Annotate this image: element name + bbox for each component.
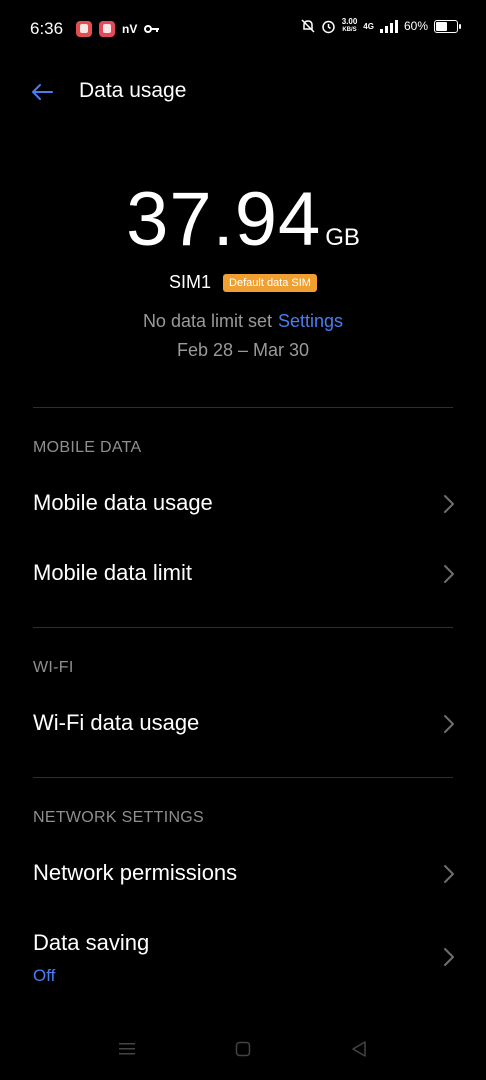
notification-icons: nV <box>76 21 160 37</box>
carrier-text: nV <box>122 22 138 36</box>
usage-unit: GB <box>325 224 360 251</box>
back-icon <box>352 1041 366 1057</box>
status-time: 6:36 <box>30 19 64 38</box>
row-label: Data saving <box>33 930 150 955</box>
data-saving-row[interactable]: Data saving Off <box>0 912 486 996</box>
limit-text: No data limit set <box>142 311 272 331</box>
divider <box>33 777 453 778</box>
network-speed: 3.00 KB/S <box>341 17 358 34</box>
alarm-icon <box>321 20 335 33</box>
chevron-right-icon <box>444 865 454 883</box>
network-permissions-row[interactable]: Network permissions <box>0 842 486 906</box>
row-label: Mobile data limit <box>33 560 192 585</box>
media-app-icon <box>99 21 115 37</box>
home-icon <box>235 1041 251 1057</box>
row-label: Network permissions <box>33 860 238 885</box>
mobile-data-usage-row[interactable]: Mobile data usage <box>0 472 486 536</box>
battery-icon <box>434 19 461 33</box>
app-bar: Data usage <box>0 70 486 114</box>
sim-label: SIM1 <box>169 272 212 292</box>
wifi-data-usage-row[interactable]: Wi-Fi data usage <box>0 692 486 756</box>
page-title: Data usage <box>79 79 187 102</box>
divider <box>33 407 453 408</box>
sim-row: SIM1 Default data SIM <box>0 272 486 293</box>
battery-fill <box>436 21 447 31</box>
status-right-icons: 3.00 KB/S 4G 60% <box>301 17 461 34</box>
network-type: 4G <box>363 21 374 31</box>
status-bar: 6:36 nV 3.00 KB/S 4G 60% <box>0 0 486 58</box>
battery-percent: 60% <box>403 19 428 33</box>
section-header-mobile-data: MOBILE DATA <box>33 439 142 456</box>
usage-value: 37.94 <box>126 177 322 262</box>
signal-bars-icon <box>379 19 398 33</box>
system-back-button[interactable] <box>344 1036 374 1062</box>
limit-row: No data limit set Settings <box>0 311 486 332</box>
home-button[interactable] <box>228 1036 258 1062</box>
music-app-icon <box>76 21 92 37</box>
recents-button[interactable] <box>112 1036 142 1062</box>
mute-bell-icon <box>301 19 315 33</box>
date-range: Feb 28 – Mar 30 <box>176 340 310 360</box>
key-icon <box>144 25 160 33</box>
chevron-right-icon <box>444 948 454 966</box>
data-saving-value: Off <box>33 966 56 985</box>
menu-icon <box>119 1043 135 1055</box>
back-button[interactable] <box>26 76 58 108</box>
settings-link[interactable]: Settings <box>278 311 343 331</box>
row-label: Wi-Fi data usage <box>33 710 200 735</box>
row-label: Mobile data usage <box>33 490 213 515</box>
chevron-right-icon <box>444 495 454 513</box>
section-header-network-settings: NETWORK SETTINGS <box>33 809 205 826</box>
back-arrow-icon <box>32 84 53 100</box>
navigation-bar <box>0 1018 486 1080</box>
usage-amount: 37.94 GB <box>0 176 486 263</box>
default-sim-badge: Default data SIM <box>223 273 317 292</box>
chevron-right-icon <box>444 565 454 583</box>
mobile-data-limit-row[interactable]: Mobile data limit <box>0 542 486 606</box>
divider <box>33 627 453 628</box>
section-header-wifi: WI-FI <box>33 659 74 676</box>
chevron-right-icon <box>444 715 454 733</box>
